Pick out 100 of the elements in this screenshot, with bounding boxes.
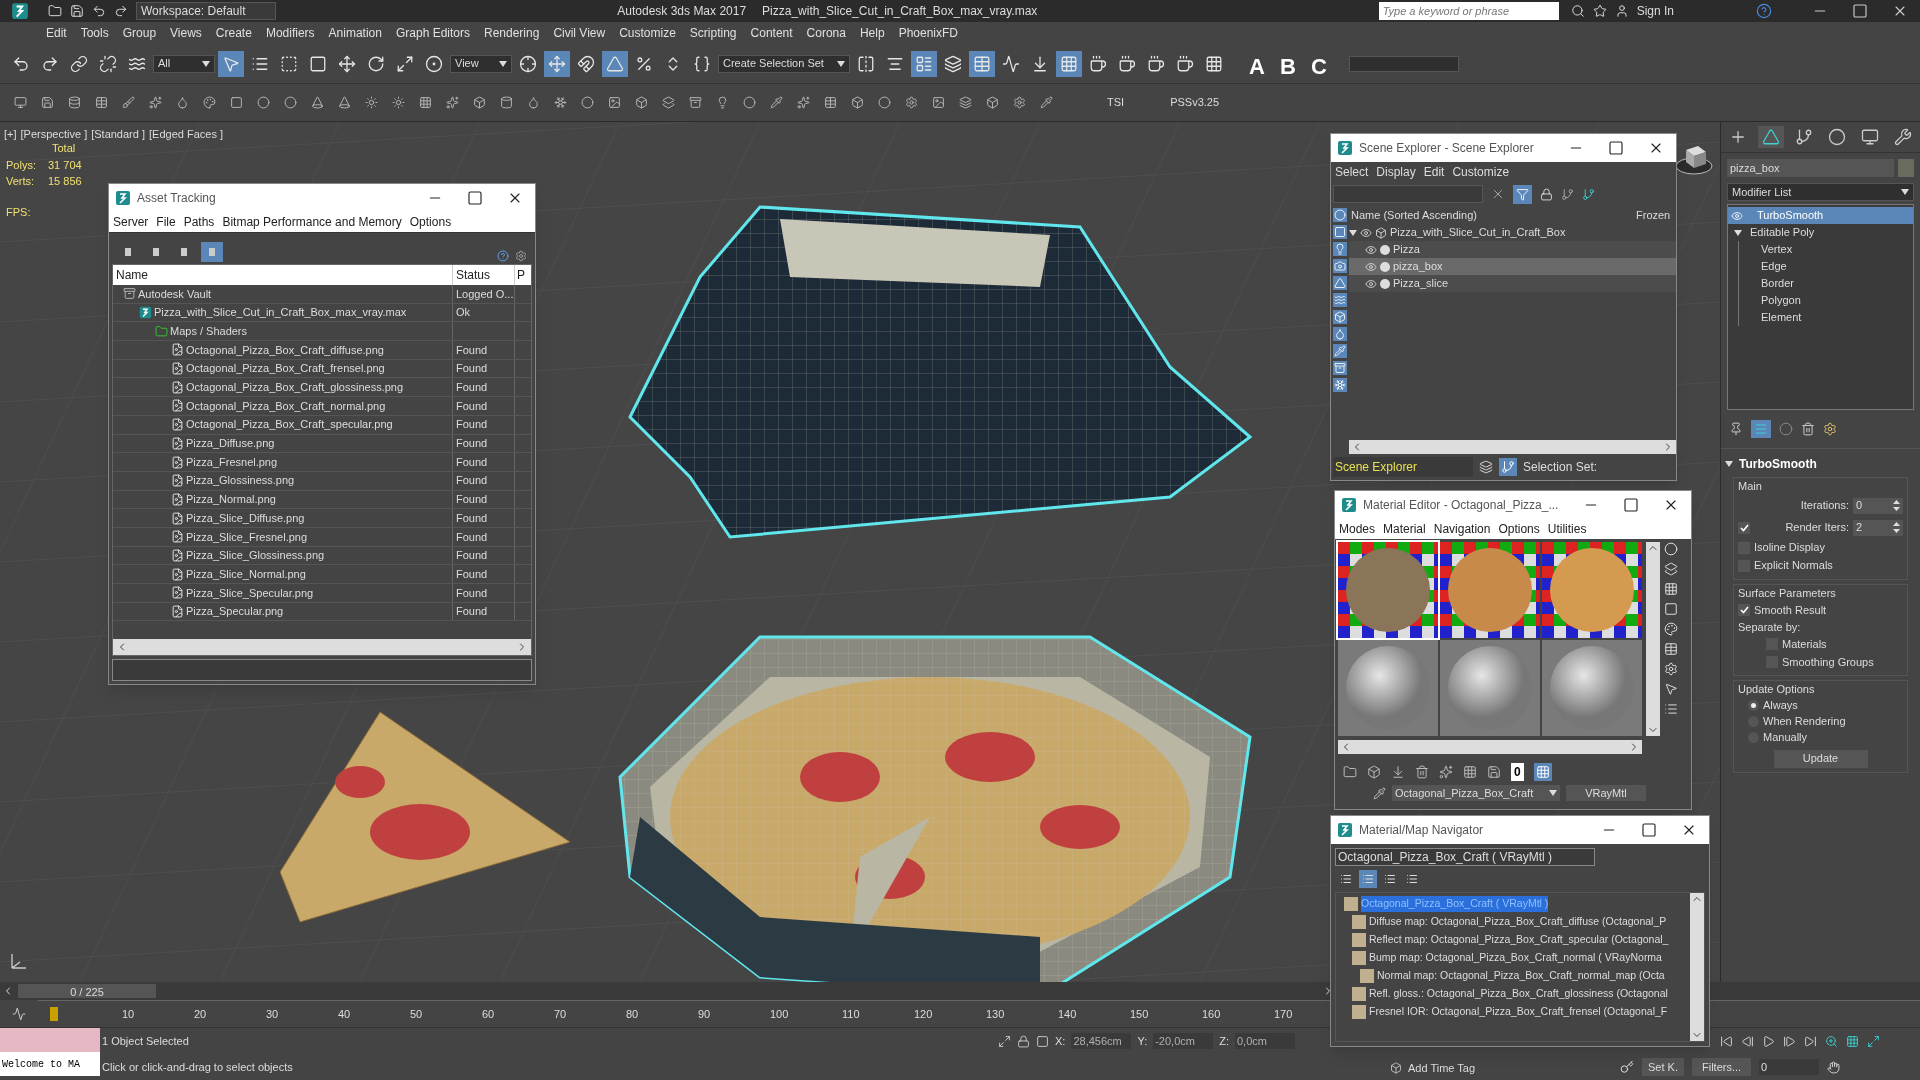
menu-item[interactable]: Navigation — [1433, 520, 1491, 538]
viewport-label[interactable]: [Standard ] — [91, 126, 145, 143]
asset-name[interactable]: Pizza_Slice_Diffuse.png — [186, 509, 305, 527]
rollout-title[interactable]: TurboSmooth — [1739, 455, 1817, 473]
asset-name[interactable]: Pizza_Glossiness.png — [186, 472, 295, 489]
map-tree-item[interactable]: Reflect map: Octagonal_Pizza_Box_Craft_specular (Octagonal_ — [1369, 932, 1669, 948]
column-header[interactable]: Name (Sorted Ascending) — [1349, 206, 1636, 224]
modifier-list-dropdown[interactable]: Modifier List — [1727, 183, 1914, 201]
menu-item[interactable]: File — [156, 213, 176, 231]
menu-item[interactable]: PhoenixFD — [898, 24, 958, 42]
asset-name[interactable]: Pizza_Slice_Specular.png — [186, 584, 314, 602]
asset-name[interactable]: Pizza_Slice_Normal.png — [186, 565, 306, 583]
menu-item[interactable]: Animation — [328, 24, 382, 42]
spinner-field[interactable]: 2 — [1853, 519, 1903, 536]
map-tree-item[interactable]: Fresnel IOR: Octagonal_Pizza_Box_Craft_frensel (Octagonal_F — [1369, 1004, 1668, 1020]
column-header[interactable]: Name — [113, 265, 453, 285]
spinner-field[interactable]: 0 — [1853, 497, 1903, 514]
selection-filter-dropdown[interactable]: All — [153, 54, 215, 73]
coordinate-field[interactable]: 28,456cm — [1071, 1033, 1132, 1049]
sub-object-item[interactable]: Edge — [1738, 258, 1913, 275]
menu-item[interactable]: Views — [170, 24, 202, 42]
asset-name[interactable]: Pizza_with_Slice_Cut_in_Craft_Box_max_vray.max — [154, 304, 407, 321]
menu-item[interactable]: Rendering — [484, 24, 540, 42]
material-type-button[interactable]: VRayMtl — [1566, 785, 1646, 801]
listener-output[interactable]: Welcome to MA — [0, 1052, 100, 1076]
sub-object-item[interactable]: Border — [1738, 275, 1913, 292]
sub-object-item[interactable]: Polygon — [1738, 292, 1913, 309]
sample-count-button[interactable]: 0 — [1511, 763, 1524, 781]
menu-item[interactable]: Content — [750, 24, 793, 42]
column-header[interactable]: P — [515, 265, 525, 285]
letter-tool-button[interactable]: C — [1305, 49, 1333, 78]
selection-set-dropdown[interactable]: Create Selection Set — [718, 54, 850, 73]
map-tree-item[interactable]: Refl. gloss.: Octagonal_Pizza_Box_Craft_glossiness (Octagonal — [1369, 986, 1668, 1002]
sub-object-item[interactable]: Vertex — [1738, 241, 1913, 258]
asset-name[interactable]: Pizza_Specular.png — [186, 603, 284, 620]
menu-item[interactable]: Edit — [46, 24, 67, 42]
letter-tool-button[interactable]: B — [1274, 49, 1302, 78]
asset-name[interactable]: Octagonal_Pizza_Box_Craft_diffuse.png — [186, 341, 384, 359]
coordinate-field[interactable]: -20,0cm — [1153, 1033, 1214, 1049]
explorer-name-field[interactable]: Scene Explorer — [1333, 457, 1473, 477]
scene-tree-row[interactable]: Pizza — [1349, 241, 1676, 258]
plugin-button[interactable]: PSSv3.25 — [1154, 94, 1236, 111]
menu-item[interactable]: Utilities — [1547, 520, 1587, 538]
object-name-field[interactable]: pizza_box — [1727, 159, 1894, 177]
asset-name[interactable]: Maps / Shaders — [170, 322, 248, 340]
update-button[interactable]: Update — [1773, 749, 1868, 768]
material-path-field[interactable]: Octagonal_Pizza_Box_Craft ( VRayMtl ) — [1335, 848, 1595, 866]
viewport-label[interactable]: [Perspective ] — [20, 126, 88, 143]
map-tree-item[interactable]: Normal map: Octagonal_Pizza_Box_Craft_normal_map (Octa — [1377, 968, 1665, 984]
asset-name[interactable]: Pizza_Fresnel.png — [186, 453, 278, 471]
frame-counter[interactable]: 0 / 225 — [18, 984, 156, 998]
set-key-button[interactable]: Set K. — [1642, 1058, 1684, 1076]
menu-item[interactable]: Options — [1498, 520, 1540, 538]
menu-item[interactable]: Select — [1335, 163, 1369, 181]
column-header[interactable]: Status — [453, 265, 515, 285]
asset-name[interactable]: Pizza_Normal.png — [186, 491, 276, 508]
sign-in-link[interactable]: Sign In — [1636, 2, 1674, 20]
viewport-label[interactable]: [+] — [4, 126, 17, 143]
menu-item[interactable]: Display — [1376, 163, 1416, 181]
map-tree-item[interactable]: Bump map: Octagonal_Pizza_Box_Craft_normal ( VRayNorma — [1369, 950, 1662, 966]
asset-name[interactable]: Octagonal_Pizza_Box_Craft_normal.png — [186, 397, 386, 415]
menu-item[interactable]: Modifiers — [265, 24, 315, 42]
menu-item[interactable]: Material — [1383, 520, 1426, 538]
asset-name[interactable]: Octagonal_Pizza_Box_Craft_specular.png — [186, 416, 393, 433]
asset-name[interactable]: Pizza_Slice_Glossiness.png — [186, 547, 325, 564]
modifier-item[interactable]: Editable Poly — [1728, 224, 1913, 241]
scene-tree-row[interactable]: Pizza_with_Slice_Cut_in_Craft_Box — [1349, 224, 1676, 241]
asset-name[interactable]: Octagonal_Pizza_Box_Craft_frensel.png — [186, 360, 385, 377]
asset-name[interactable]: Autodesk Vault — [138, 285, 212, 303]
menu-item[interactable]: Customize — [1452, 163, 1510, 181]
filters-button[interactable]: Filters... — [1691, 1058, 1752, 1076]
coordinate-field[interactable]: 0,0cm — [1235, 1033, 1295, 1049]
letter-tool-button[interactable]: A — [1243, 49, 1271, 78]
viewport-label[interactable]: [Edged Faces ] — [149, 126, 223, 143]
workspace-dropdown[interactable]: Workspace: Default — [136, 2, 276, 20]
menu-item[interactable]: Scripting — [689, 24, 737, 42]
menu-item[interactable]: Help — [859, 24, 885, 42]
map-tree-item[interactable]: Diffuse map: Octagonal_Pizza_Box_Craft_diffuse (Octagonal_P — [1369, 914, 1667, 930]
menu-item[interactable]: Edit — [1423, 163, 1445, 181]
menu-item[interactable]: Tools — [80, 24, 109, 42]
menu-item[interactable]: Options — [409, 213, 452, 231]
menu-item[interactable]: Server — [113, 213, 149, 231]
column-header[interactable]: Frozen — [1636, 206, 1676, 224]
menu-item[interactable]: Paths — [183, 213, 215, 231]
coordinate-system-dropdown[interactable]: View — [450, 54, 512, 73]
menu-item[interactable]: Create — [215, 24, 252, 42]
menu-item[interactable]: Bitmap Performance and Memory — [222, 213, 402, 231]
scene-tree-row[interactable]: Pizza_slice — [1349, 275, 1676, 292]
menu-item[interactable]: Modes — [1339, 520, 1376, 538]
menu-item[interactable]: Graph Editors — [395, 24, 470, 42]
asset-name[interactable]: Octagonal_Pizza_Box_Craft_glossiness.png — [186, 379, 404, 396]
plugin-button[interactable]: TSI — [1091, 94, 1141, 111]
modifier-item[interactable]: TurboSmooth — [1728, 207, 1913, 224]
add-time-tag-button[interactable]: Add Time Tag — [1408, 1059, 1476, 1076]
asset-name[interactable]: Pizza_Slice_Fresnel.png — [186, 528, 308, 546]
menu-item[interactable]: Group — [122, 24, 157, 42]
current-frame-field[interactable]: 0 — [1759, 1059, 1820, 1075]
material-name-dropdown[interactable]: Octagonal_Pizza_Box_Craft — [1392, 785, 1560, 801]
sub-object-item[interactable]: Element — [1738, 309, 1913, 326]
menu-item[interactable]: Customize — [619, 24, 676, 42]
